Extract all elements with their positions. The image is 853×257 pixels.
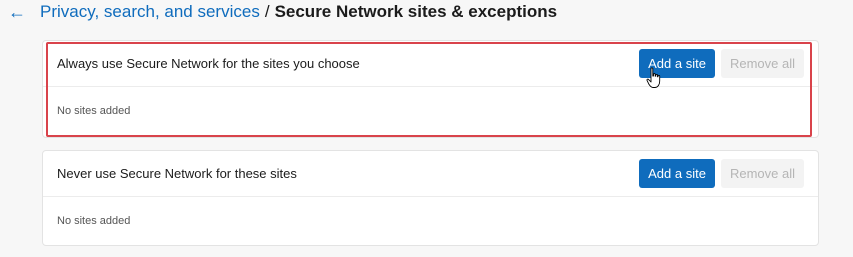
always-use-actions: Add a site Remove all: [639, 49, 804, 78]
never-use-header-row: Never use Secure Network for these sites…: [43, 151, 818, 197]
breadcrumb-separator: /: [264, 2, 270, 21]
hand-pointer-icon: [646, 67, 661, 88]
never-remove-all-button: Remove all: [720, 159, 804, 188]
never-empty-message: No sites added: [57, 215, 131, 227]
never-use-title: Never use Secure Network for these sites: [57, 166, 297, 181]
never-use-section: Never use Secure Network for these sites…: [42, 150, 819, 246]
never-add-site-button[interactable]: Add a site: [639, 159, 715, 188]
never-use-actions: Add a site Remove all: [639, 159, 804, 188]
breadcrumb-link[interactable]: Privacy, search, and services: [40, 2, 260, 22]
always-empty-message: No sites added: [57, 105, 131, 117]
always-use-title: Always use Secure Network for the sites …: [57, 56, 360, 71]
always-use-header-row: Always use Secure Network for the sites …: [43, 41, 818, 87]
always-remove-all-button: Remove all: [720, 49, 804, 78]
always-use-section: Always use Secure Network for the sites …: [42, 40, 819, 138]
back-arrow-icon[interactable]: ←: [8, 2, 30, 23]
page-header: ← Privacy, search, and services / Secure…: [8, 0, 557, 24]
page-title: Secure Network sites & exceptions: [274, 2, 558, 21]
